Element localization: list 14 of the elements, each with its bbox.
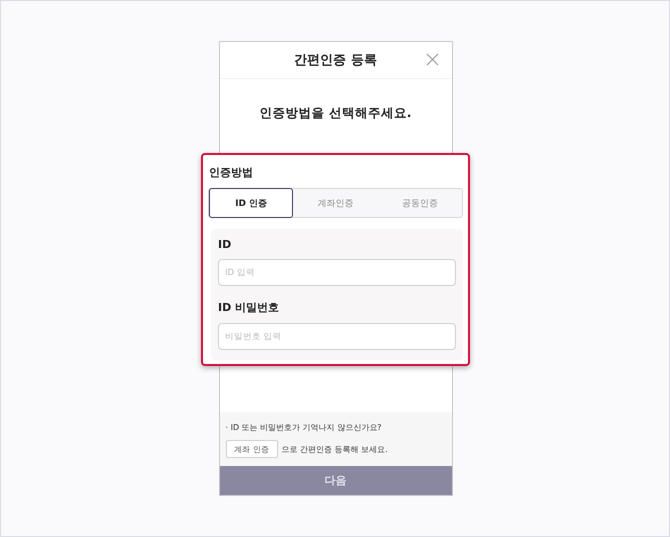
input-field[interactable]: 비밀번호 입력 <box>218 323 456 350</box>
close-icon[interactable] <box>426 53 438 66</box>
dialog-title: 간편인증 등록 <box>294 52 377 69</box>
dialog-subtitle: 인증방법을 선택해주세요. <box>258 105 413 122</box>
help-text: 으로 간편인증 등록해 보세요. <box>282 444 388 454</box>
input-field[interactable]: ID 입력 <box>218 259 456 286</box>
field-label: ID 비밀번호 <box>218 300 280 315</box>
method-label: 인증방법 <box>209 165 254 180</box>
help-text: · ID 또는 비밀번호가 기억나지 않으신가요? <box>226 422 383 433</box>
account-auth-button[interactable]: 계좌 인증 <box>226 440 278 458</box>
method-tab[interactable]: 계좌인증 <box>293 188 378 218</box>
field-label: ID <box>218 238 232 251</box>
method-tab[interactable]: 공동인증 <box>378 188 462 218</box>
method-tab[interactable]: ID 인증 <box>209 188 294 218</box>
